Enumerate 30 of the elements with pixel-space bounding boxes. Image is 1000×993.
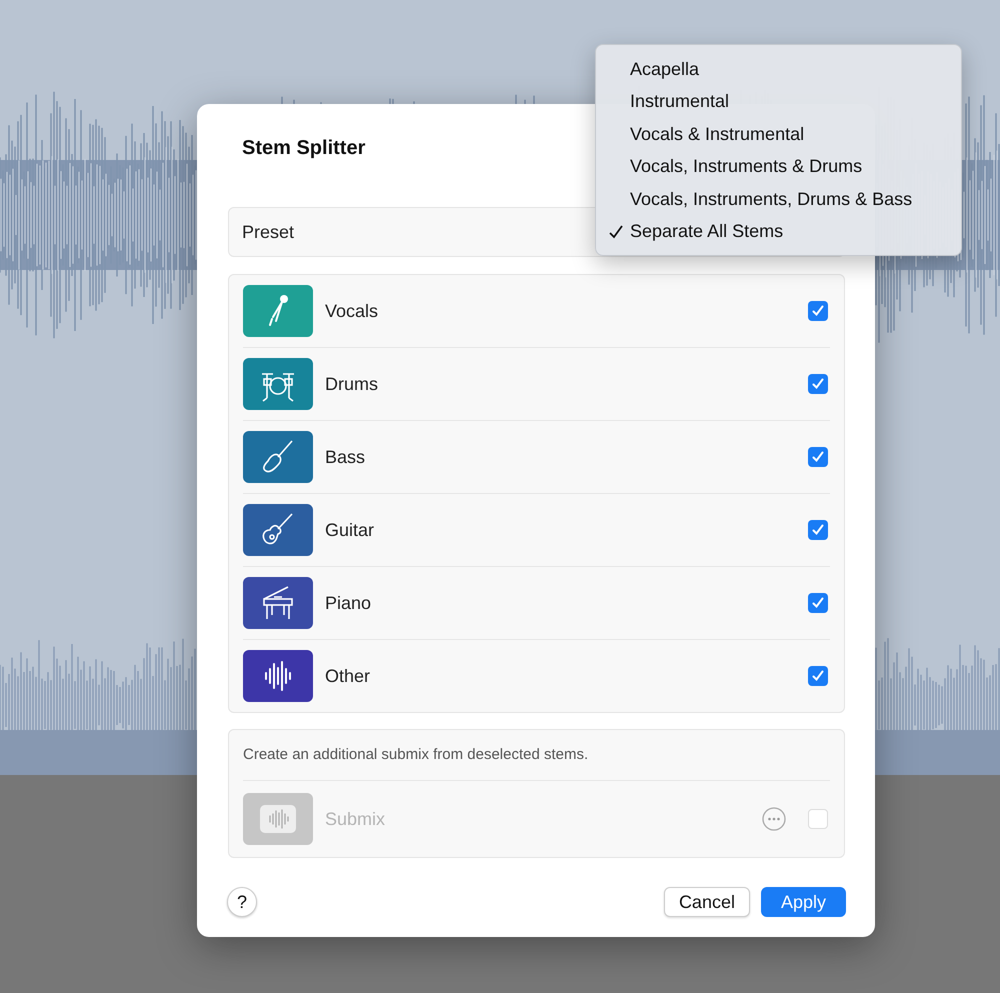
menu-item[interactable]: Vocals & Instrumental: [596, 118, 961, 150]
menu-item[interactable]: Instrumental: [596, 86, 961, 118]
checkmark-icon: [811, 304, 825, 318]
apply-button[interactable]: Apply: [760, 887, 846, 917]
preset-label: Preset: [242, 222, 294, 242]
dialog-title: Stem Splitter: [242, 137, 366, 161]
cancel-button[interactable]: Cancel: [664, 887, 750, 917]
submix-description: Create an additional submix from deselected stems.: [243, 730, 830, 781]
checkbox[interactable]: [808, 666, 828, 686]
checkmark-icon: [811, 450, 825, 464]
menu-item[interactable]: Acapella: [596, 53, 961, 86]
stem-name: Vocals: [325, 300, 380, 322]
checkmark-icon: [811, 596, 825, 610]
checkbox[interactable]: [808, 374, 828, 394]
checkbox[interactable]: [808, 301, 828, 321]
checkmark-icon: [811, 523, 825, 537]
menu-item[interactable]: Vocals, Instruments & Drums: [596, 150, 961, 183]
stem-name: Piano: [325, 592, 372, 614]
submix-name: Submix: [325, 808, 386, 830]
stem-name: Bass: [325, 446, 366, 468]
stem-name: Other: [325, 666, 372, 686]
checkbox[interactable]: [808, 520, 828, 540]
stem-name: Guitar: [325, 520, 376, 540]
waveform-icon: [243, 793, 313, 845]
checkbox[interactable]: [808, 593, 828, 613]
checkmark-icon: [811, 377, 825, 391]
checkbox[interactable]: [808, 447, 828, 467]
help-button[interactable]: ?: [227, 887, 257, 917]
stem-name: Drums: [325, 374, 379, 394]
checkmark-icon: [811, 669, 825, 683]
